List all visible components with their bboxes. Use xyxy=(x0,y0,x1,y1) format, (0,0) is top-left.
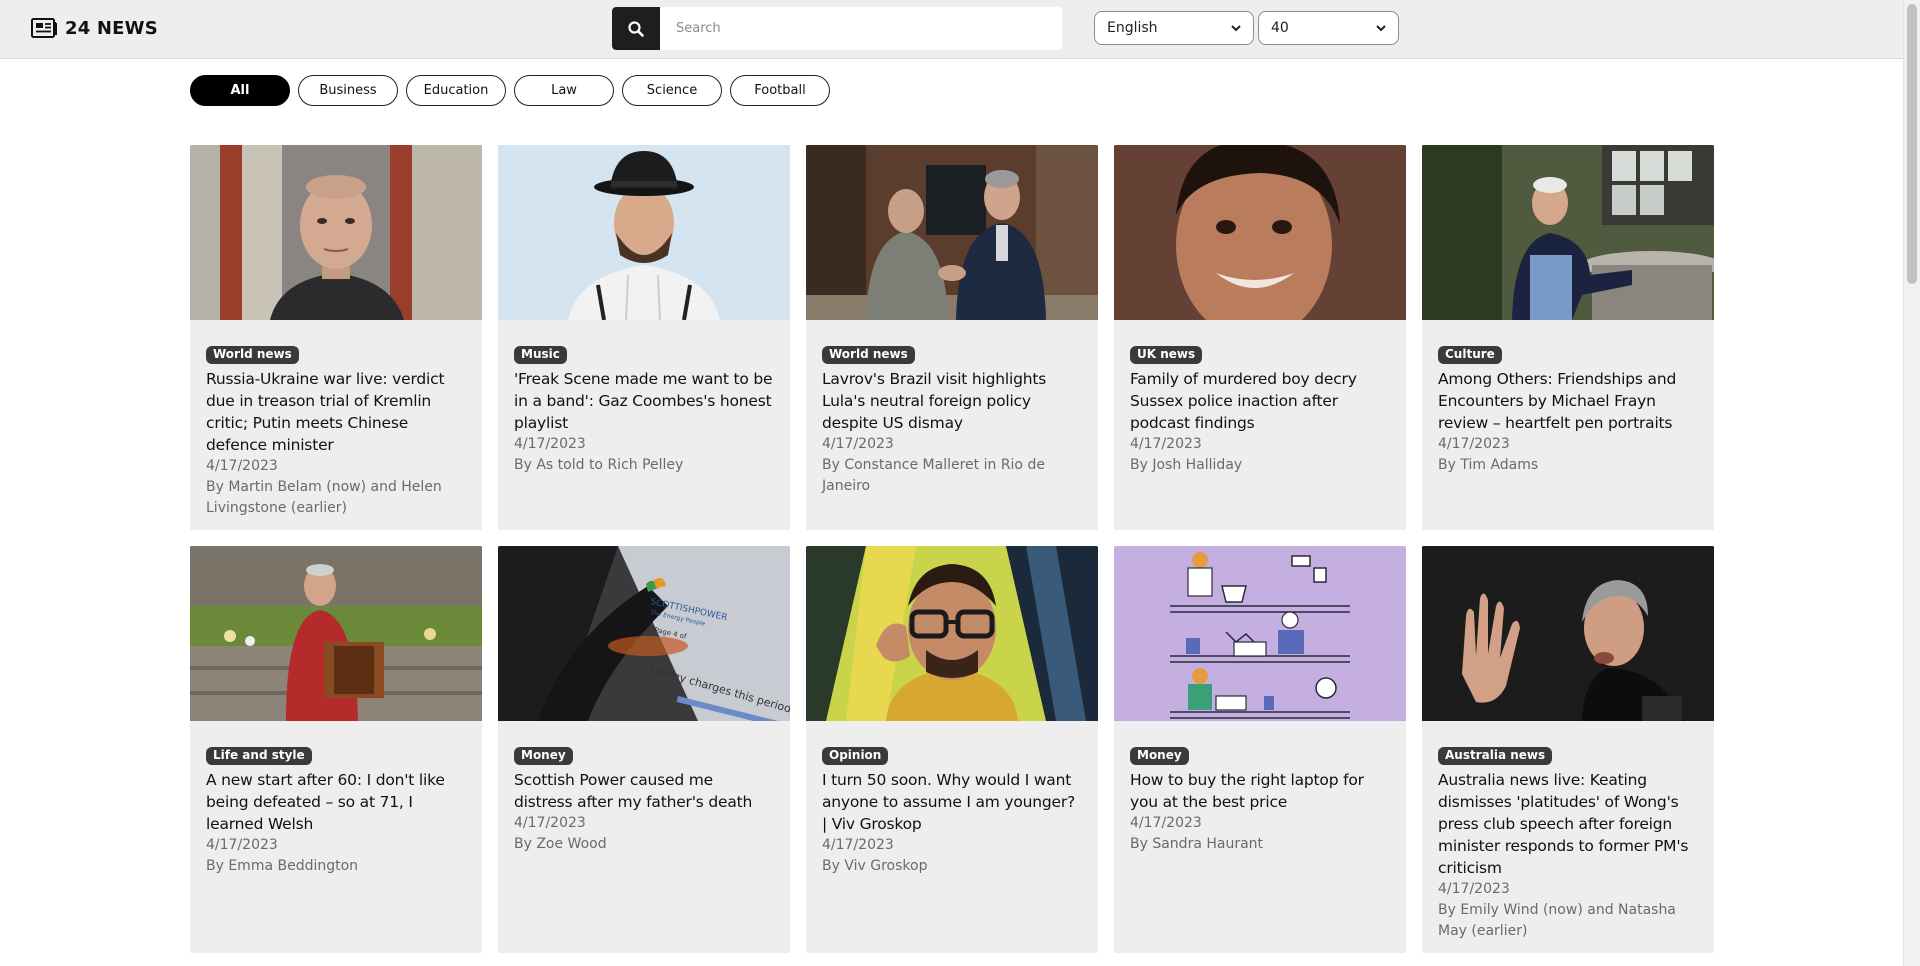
article-image xyxy=(1422,145,1714,320)
article-card[interactable]: Money How to buy the right laptop for yo… xyxy=(1114,546,1406,953)
filter-football[interactable]: Football xyxy=(730,75,830,106)
article-title: Russia-Ukraine war live: verdict due in … xyxy=(206,370,445,454)
article-card[interactable]: Life and style A new start after 60: I d… xyxy=(190,546,482,953)
filter-law[interactable]: Law xyxy=(514,75,614,106)
article-card[interactable]: World news Russia-Ukraine war live: verd… xyxy=(190,145,482,530)
article-title: Family of murdered boy decry Sussex poli… xyxy=(1130,370,1357,432)
article-image xyxy=(1422,546,1714,721)
article-author: By Tim Adams xyxy=(1438,457,1539,473)
category-badge: Culture xyxy=(1438,346,1502,364)
article-title: Among Others: Friendships and Encounters… xyxy=(1438,370,1677,432)
article-title: 'Freak Scene made me want to be in a ban… xyxy=(514,370,773,432)
article-card[interactable]: UK news Family of murdered boy decry Sus… xyxy=(1114,145,1406,530)
article-author: By Sandra Haurant xyxy=(1130,836,1264,852)
page-size-select-value: 40 xyxy=(1271,20,1289,36)
category-badge: Life and style xyxy=(206,747,312,765)
chevron-down-icon xyxy=(1231,24,1241,31)
article-author: By Martin Belam (now) and Helen Livingst… xyxy=(206,479,442,516)
article-date: 4/17/2023 xyxy=(206,458,278,474)
article-author: By Emily Wind (now) and Natasha May (ear… xyxy=(1438,902,1676,939)
article-image xyxy=(1114,546,1406,721)
article-date: 4/17/2023 xyxy=(514,436,586,452)
article-card[interactable]: Culture Among Others: Friendships and En… xyxy=(1422,145,1714,530)
article-title: How to buy the right laptop for you at t… xyxy=(1130,771,1364,811)
chevron-down-icon xyxy=(1376,24,1386,31)
article-title: I turn 50 soon. Why would I want anyone … xyxy=(822,771,1076,833)
article-date: 4/17/2023 xyxy=(514,815,586,831)
article-grid: World news Russia-Ukraine war live: verd… xyxy=(190,145,1714,953)
search-button[interactable] xyxy=(612,7,660,50)
article-author: By Josh Halliday xyxy=(1130,457,1243,473)
article-title: Australia news live: Keating dismisses '… xyxy=(1438,771,1689,877)
article-date: 4/17/2023 xyxy=(1438,436,1510,452)
article-card[interactable]: Music 'Freak Scene made me want to be in… xyxy=(498,145,790,530)
article-image xyxy=(498,145,790,320)
page-scrollbar[interactable] xyxy=(1903,0,1920,966)
article-date: 4/17/2023 xyxy=(206,837,278,853)
page-size-select[interactable]: 40 xyxy=(1258,11,1399,45)
article-image xyxy=(806,145,1098,320)
article-image xyxy=(1114,145,1406,320)
article-date: 4/17/2023 xyxy=(1130,815,1202,831)
site-logo[interactable]: 24 NEWS xyxy=(31,17,158,39)
category-badge: World news xyxy=(822,346,915,364)
search-input[interactable] xyxy=(660,7,1062,50)
category-badge: Music xyxy=(514,346,567,364)
category-badge: Money xyxy=(514,747,573,765)
article-card[interactable]: Australia news Australia news live: Keat… xyxy=(1422,546,1714,953)
article-image: SCOTTISHPOWER The Energy People Page 4 o… xyxy=(498,546,790,721)
category-badge: Opinion xyxy=(822,747,889,765)
scrollbar-thumb[interactable] xyxy=(1907,4,1917,284)
category-badge: UK news xyxy=(1130,346,1203,364)
article-card[interactable]: Opinion I turn 50 soon. Why would I want… xyxy=(806,546,1098,953)
article-title: Scottish Power caused me distress after … xyxy=(514,771,753,811)
category-badge: Money xyxy=(1130,747,1189,765)
article-author: By As told to Rich Pelley xyxy=(514,457,684,473)
category-filters: All Business Education Law Science Footb… xyxy=(190,75,830,106)
article-card[interactable]: World news Lavrov's Brazil visit highlig… xyxy=(806,145,1098,530)
article-author: By Emma Beddington xyxy=(206,858,359,874)
article-date: 4/17/2023 xyxy=(822,436,894,452)
category-badge: Australia news xyxy=(1438,747,1553,765)
article-date: 4/17/2023 xyxy=(1438,881,1510,897)
filter-science[interactable]: Science xyxy=(622,75,722,106)
newspaper-icon xyxy=(31,18,57,38)
language-select[interactable]: English xyxy=(1094,11,1254,45)
category-badge: World news xyxy=(206,346,299,364)
search-icon xyxy=(628,20,644,37)
language-select-value: English xyxy=(1107,20,1158,36)
article-card[interactable]: SCOTTISHPOWER The Energy People Page 4 o… xyxy=(498,546,790,953)
top-bar: 24 NEWS English 40 xyxy=(0,0,1903,59)
article-date: 4/17/2023 xyxy=(822,837,894,853)
article-image xyxy=(190,145,482,320)
filter-all[interactable]: All xyxy=(190,75,290,106)
filter-education[interactable]: Education xyxy=(406,75,506,106)
article-author: By Zoe Wood xyxy=(514,836,607,852)
article-author: By Constance Malleret in Rio de Janeiro xyxy=(822,457,1045,494)
search-bar xyxy=(612,7,1062,50)
article-image xyxy=(806,546,1098,721)
article-title: Lavrov's Brazil visit highlights Lula's … xyxy=(822,370,1047,432)
article-title: A new start after 60: I don't like being… xyxy=(206,771,445,833)
article-image xyxy=(190,546,482,721)
article-author: By Viv Groskop xyxy=(822,858,928,874)
filter-business[interactable]: Business xyxy=(298,75,398,106)
logo-text: 24 NEWS xyxy=(65,17,158,39)
article-date: 4/17/2023 xyxy=(1130,436,1202,452)
